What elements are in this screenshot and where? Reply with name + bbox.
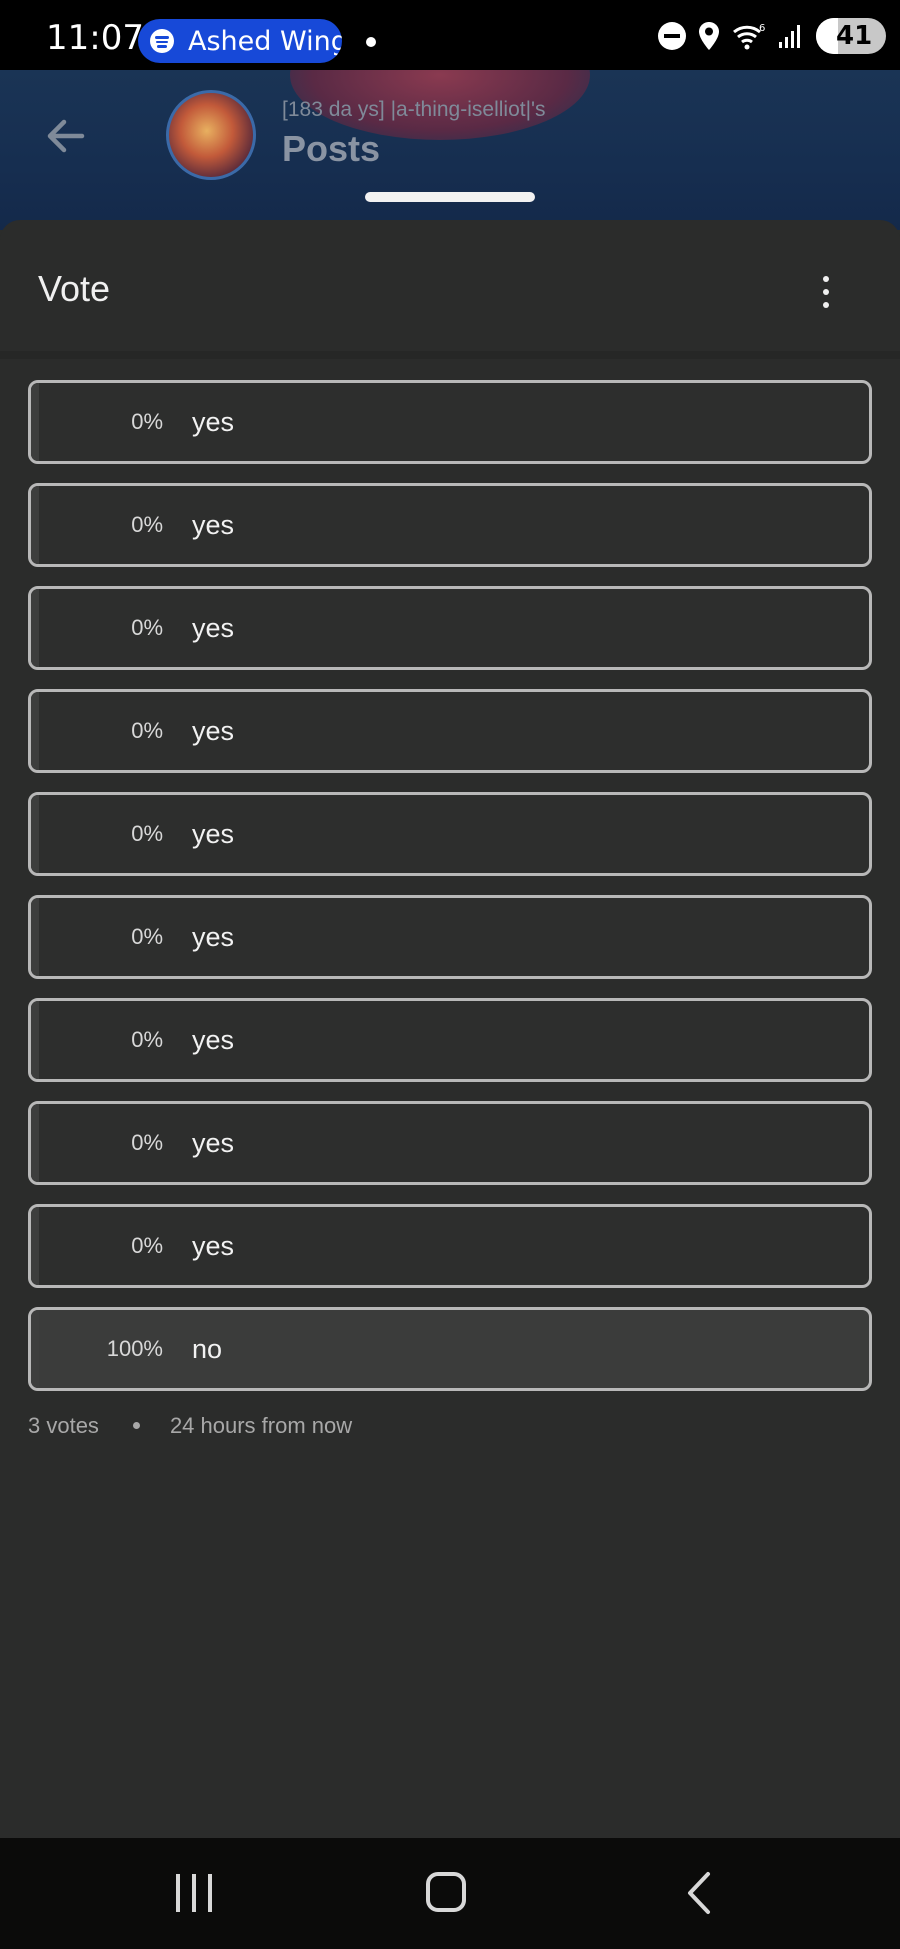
poll-option-percent: 0%	[131, 718, 163, 743]
author-name: [183 da ys] |a-thing-iselliot|'s	[282, 98, 546, 121]
vote-count: 3 votes	[28, 1413, 99, 1438]
poll-option-percent: 0%	[131, 615, 163, 640]
poll-option-percent: 0%	[131, 409, 163, 434]
vote-bar	[31, 486, 39, 564]
poll-option-percent: 0%	[131, 1027, 163, 1052]
poll-option[interactable]: 0% yes	[28, 1101, 872, 1185]
svg-text:6: 6	[759, 23, 765, 34]
vote-bar	[31, 795, 39, 873]
poll-option[interactable]: 0% yes	[28, 998, 872, 1082]
recents-icon[interactable]	[176, 1874, 212, 1912]
vote-bar	[31, 898, 39, 976]
poll-option[interactable]: 0% yes	[28, 483, 872, 567]
vote-bar	[31, 1207, 39, 1285]
home-icon[interactable]	[426, 1872, 466, 1912]
media-track-title: Ashed Wing	[188, 26, 342, 57]
poll-option-label: yes	[192, 1128, 235, 1158]
poll-option-percent: 0%	[131, 821, 163, 846]
notification-dot	[366, 37, 376, 47]
vote-bar	[31, 383, 39, 461]
battery-icon: 41	[816, 18, 886, 54]
poll-option-percent: 0%	[131, 1130, 163, 1155]
do-not-disturb-icon	[658, 22, 686, 50]
poll-option-label: yes	[192, 922, 235, 952]
poll-option[interactable]: 0% yes	[28, 689, 872, 773]
poll-option[interactable]: 0% yes	[28, 1204, 872, 1288]
wifi-icon: 6	[733, 23, 765, 50]
post-header: [183 da ys] |a-thing-iselliot|'s Posts	[0, 70, 900, 230]
poll-end-time: 24 hours from now	[169, 1413, 353, 1438]
poll-option[interactable]: 100% no	[28, 1307, 872, 1391]
avatar[interactable]	[166, 90, 256, 180]
poll-option-label: yes	[192, 407, 235, 437]
status-icons: 6 41	[658, 18, 886, 54]
poll-option-label: yes	[192, 510, 235, 540]
vote-bar	[31, 692, 39, 770]
signal-icon	[779, 25, 800, 48]
poll-option-percent: 100%	[106, 1336, 163, 1361]
poll-option[interactable]: 0% yes	[28, 895, 872, 979]
spotify-icon	[150, 29, 174, 53]
back-arrow-icon[interactable]	[44, 114, 88, 158]
poll-option-label: yes	[192, 716, 235, 746]
back-nav-icon[interactable]	[680, 1870, 720, 1916]
poll-option-label: yes	[192, 1231, 235, 1261]
more-options-icon[interactable]	[814, 274, 838, 310]
poll-option-label: yes	[192, 819, 235, 849]
location-icon	[699, 22, 719, 50]
system-nav-bar	[0, 1838, 900, 1949]
divider	[0, 351, 900, 359]
vote-bar	[31, 1310, 39, 1388]
poll-option-label: yes	[192, 1025, 235, 1055]
sheet-drag-handle[interactable]	[365, 192, 535, 202]
poll-option-percent: 0%	[131, 1233, 163, 1258]
poll-option[interactable]: 0% yes	[28, 586, 872, 670]
status-bar: 11:07 Ashed Wing 6 41	[0, 0, 900, 70]
poll-option-label: yes	[192, 613, 235, 643]
vote-bar	[31, 589, 39, 667]
poll-option[interactable]: 0% yes	[28, 792, 872, 876]
poll-option[interactable]: 0% yes	[28, 380, 872, 464]
page-title: Posts	[282, 128, 381, 169]
poll-option-percent: 0%	[131, 512, 163, 537]
vote-bar	[31, 1001, 39, 1079]
vote-bar	[31, 1104, 39, 1182]
status-time: 11:07	[46, 18, 144, 58]
sheet-title: Vote	[38, 268, 111, 309]
battery-level: 41	[836, 21, 873, 51]
media-playing-pill[interactable]: Ashed Wing	[138, 19, 342, 63]
poll-meta: 3 votes 24 hours from now	[28, 1413, 352, 1439]
poll-option-percent: 0%	[131, 924, 163, 949]
separator-dot	[132, 1421, 140, 1429]
poll-option-label: no	[192, 1334, 223, 1364]
